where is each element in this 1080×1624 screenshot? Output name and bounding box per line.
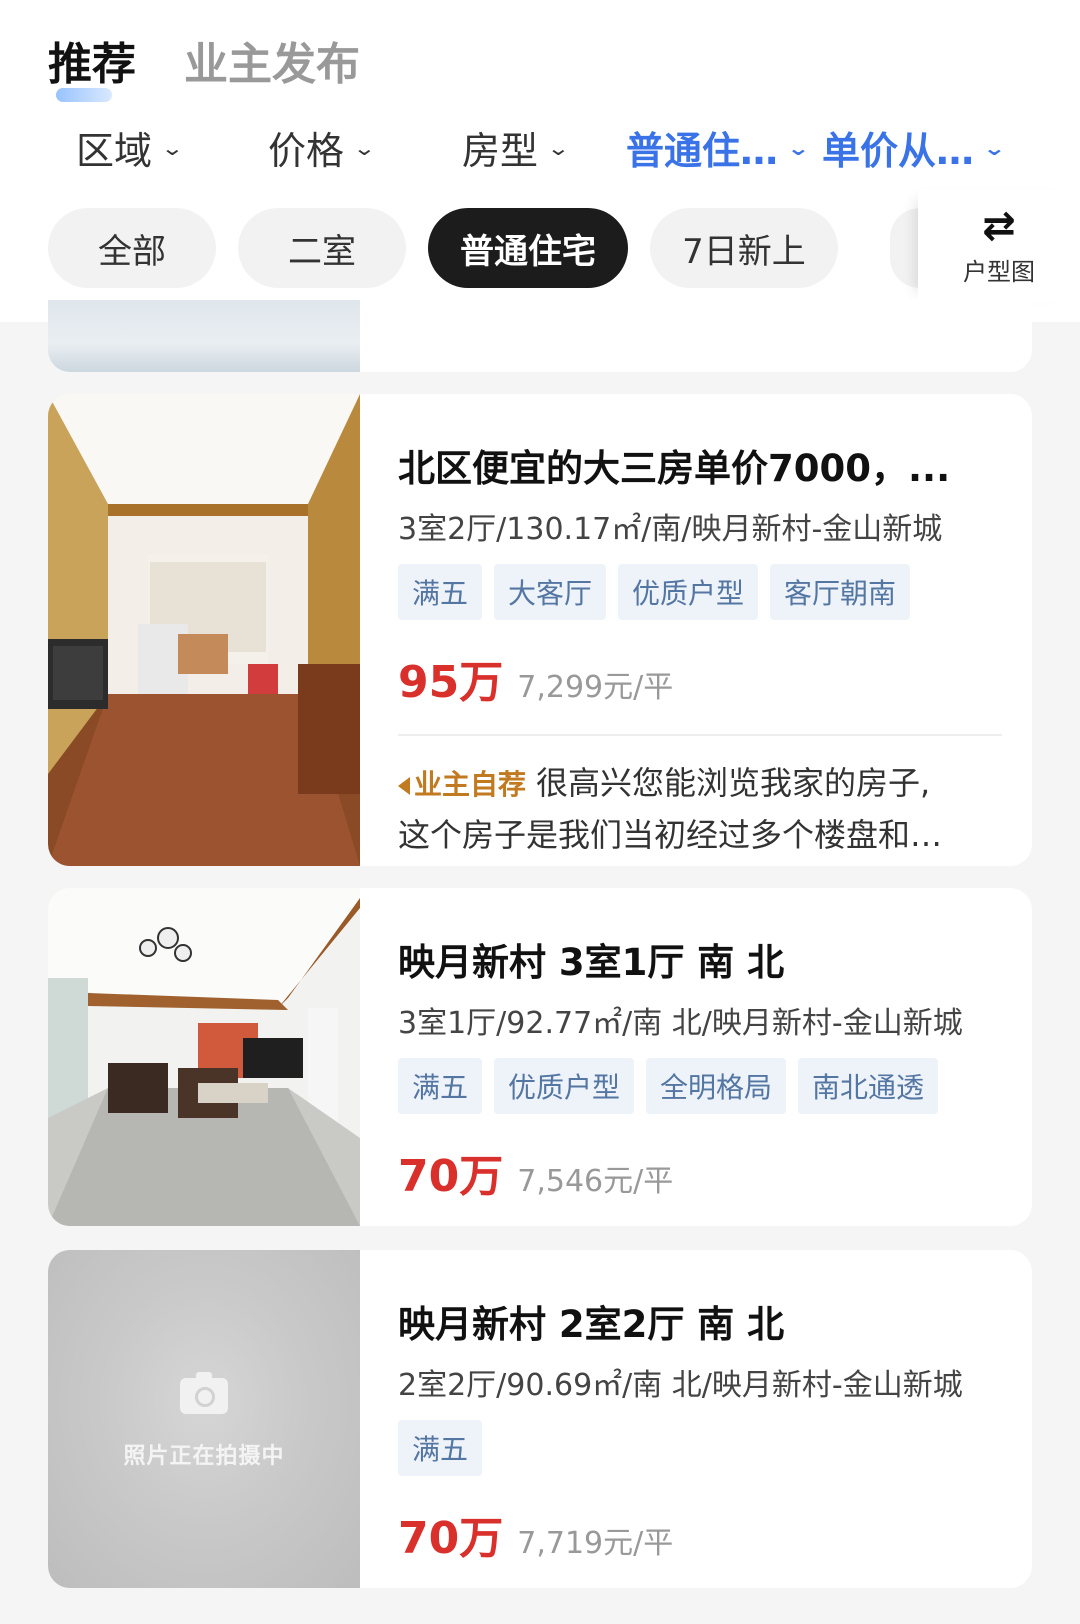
price-row: 70万 7,546元/平 (398, 1140, 1002, 1204)
listing-meta: 2室2厅/90.69㎡/南 北/映月新村-金山新城 (398, 1368, 963, 1403)
filter-property-type[interactable]: 普通住… ⌄ (626, 120, 811, 175)
chevron-down-icon: ⌄ (352, 135, 377, 160)
listing-unit-price: 7,719元/平 (517, 1526, 674, 1561)
listing-photo-placeholder: 照片正在拍摄中 (48, 1250, 360, 1588)
listing-tags: 满五 优质户型 全明格局 南北通透 (398, 1058, 1002, 1114)
filter-area[interactable]: 区域 ⌄ (76, 120, 185, 175)
header: 推荐 业主发布 区域 ⌄ 价格 ⌄ 房型 ⌄ 普通住… ⌄ 单价从… ⌄ 全部 二室 普通… (0, 0, 1080, 322)
owner-recommendation: 业主自荐 很高兴您能浏览我家的房子, 这个房子是我们当初经过多个楼盘和… (398, 758, 1002, 860)
filter-bar: 区域 ⌄ 价格 ⌄ 房型 ⌄ 普通住… ⌄ 单价从… ⌄ (0, 120, 1080, 184)
listing-card[interactable]: 照片正在拍摄中 映月新村 2室2厅 南 北 2室2厅/90.69㎡/南 北/映月… (48, 1250, 1032, 1588)
chip-all[interactable]: 全部 (48, 208, 216, 288)
chip-two-rooms[interactable]: 二室 (238, 208, 406, 288)
filter-room-type[interactable]: 房型 ⌄ (462, 120, 571, 175)
divider (398, 734, 1002, 736)
top-tabs: 推荐 业主发布 (48, 28, 360, 102)
listing-unit-price: 7,546元/平 (517, 1164, 674, 1199)
listing-tag: 全明格局 (646, 1058, 787, 1114)
filter-price-label: 价格 (268, 129, 345, 173)
listing-card-partial[interactable] (48, 300, 1032, 372)
filter-unit-price[interactable]: 单价从… ⌄ (822, 120, 1007, 175)
owner-badge: 业主自荐 (398, 768, 526, 801)
chevron-down-icon: ⌄ (546, 135, 571, 160)
placeholder-text: 照片正在拍摄中 (123, 1444, 285, 1469)
listing-tag: 南北通透 (798, 1058, 939, 1114)
floor-plan-button[interactable]: ⇄ 户型图 (918, 190, 1080, 302)
listing-tags: 满五 (398, 1420, 1002, 1476)
filter-area-label: 区域 (76, 129, 153, 173)
listing-body: 北区便宜的大三房单价7000，... 3室2厅/130.17㎡/南/映月新村-金… (398, 438, 1002, 860)
speaker-icon (398, 777, 410, 795)
listing-tag: 大客厅 (494, 564, 607, 620)
floor-plan-label: 户型图 (963, 257, 1035, 286)
tab-owner-listings[interactable]: 业主发布 (184, 28, 360, 92)
filter-price[interactable]: 价格 ⌄ (268, 120, 377, 175)
camera-icon (180, 1372, 228, 1414)
chevron-down-icon: ⌄ (786, 135, 811, 160)
chip-new-7-days[interactable]: 7日新上 (650, 208, 838, 288)
listing-title: 北区便宜的大三房单价7000，... (398, 447, 951, 490)
listing-tag: 优质户型 (494, 1058, 635, 1114)
owner-text-line2: 这个房子是我们当初经过多个楼盘和… (398, 816, 943, 854)
filter-room-type-label: 房型 (462, 129, 539, 173)
listing-tag: 满五 (398, 1420, 483, 1476)
listing-body: 映月新村 2室2厅 南 北 2室2厅/90.69㎡/南 北/映月新村-金山新城 … (398, 1294, 1002, 1566)
filter-property-type-label: 普通住… (626, 129, 779, 173)
listing-title: 映月新村 2室2厅 南 北 (398, 1303, 785, 1346)
listing-title: 映月新村 3室1厅 南 北 (398, 941, 785, 984)
filter-unit-price-label: 单价从… (822, 129, 975, 173)
listing-photo (48, 394, 360, 866)
listing-photo (48, 300, 360, 372)
listing-body: 映月新村 3室1厅 南 北 3室1厅/92.77㎡/南 北/映月新村-金山新城 … (398, 932, 1002, 1204)
swap-arrows-icon: ⇄ (982, 202, 1016, 249)
owner-badge-label: 业主自荐 (414, 768, 527, 801)
listing-tag: 满五 (398, 564, 483, 620)
listing-meta: 3室1厅/92.77㎡/南 北/映月新村-金山新城 (398, 1006, 963, 1041)
listing-photo (48, 888, 360, 1226)
listing-unit-price: 7,299元/平 (517, 670, 674, 705)
listing-meta: 3室2厅/130.17㎡/南/映月新村-金山新城 (398, 512, 943, 547)
chevron-down-icon: ⌄ (160, 135, 185, 160)
listing-tags: 满五 大客厅 优质户型 客厅朝南 (398, 564, 1002, 620)
listing-card[interactable]: 映月新村 3室1厅 南 北 3室1厅/92.77㎡/南 北/映月新村-金山新城 … (48, 888, 1032, 1226)
price-row: 95万 7,299元/平 (398, 646, 1002, 710)
chevron-down-icon: ⌄ (982, 135, 1007, 160)
listing-price: 95万 (398, 657, 504, 708)
listing-tag: 优质户型 (618, 564, 759, 620)
tab-recommend[interactable]: 推荐 (48, 28, 136, 102)
chip-ordinary-residence[interactable]: 普通住宅 (428, 208, 628, 288)
listing-tag: 满五 (398, 1058, 483, 1114)
listing-card[interactable]: 北区便宜的大三房单价7000，... 3室2厅/130.17㎡/南/映月新村-金… (48, 394, 1032, 866)
listing-price: 70万 (398, 1151, 504, 1202)
listing-price: 70万 (398, 1513, 504, 1564)
listing-tag: 客厅朝南 (770, 564, 911, 620)
price-row: 70万 7,719元/平 (398, 1502, 1002, 1566)
chip-next-partial[interactable] (890, 208, 920, 288)
owner-text-line1: 很高兴您能浏览我家的房子, (536, 764, 931, 802)
